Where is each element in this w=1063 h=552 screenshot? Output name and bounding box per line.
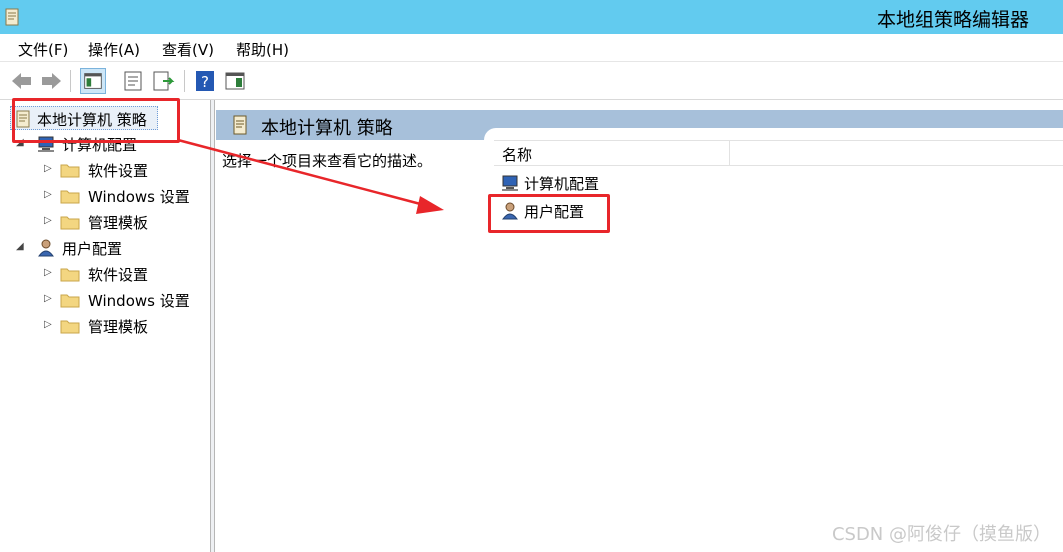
tree-item-windows-settings[interactable]: ▷ Windows 设置: [44, 288, 204, 312]
properties-icon[interactable]: [120, 68, 146, 94]
user-icon: [38, 239, 54, 257]
menu-help[interactable]: 帮助(H): [236, 39, 289, 60]
item-description: 选择一个项目来查看它的描述。: [222, 152, 433, 170]
folder-icon: [60, 294, 80, 308]
computer-icon: [502, 175, 518, 191]
folder-icon: [60, 320, 80, 334]
policy-app-icon: [5, 8, 19, 26]
annotation-box-user-config: [488, 194, 610, 233]
column-name-label: 名称: [502, 146, 533, 164]
tree-item-admin-templates[interactable]: ▷ 管理模板: [44, 210, 204, 234]
title-bar: 本地组策略编辑器: [0, 0, 1063, 34]
show-hide-tree-icon[interactable]: [80, 68, 106, 94]
column-name[interactable]: 名称: [494, 141, 730, 166]
menu-bar: 文件(F) 操作(A) 查看(V) 帮助(H): [0, 34, 1063, 62]
collapsed-arrow-icon[interactable]: ▷: [44, 215, 56, 226]
collapsed-arrow-icon[interactable]: ▷: [44, 267, 56, 278]
show-hide-action-pane-icon[interactable]: [222, 68, 248, 94]
pane-splitter[interactable]: [211, 100, 215, 552]
toolbar-separator: [70, 70, 71, 92]
back-icon[interactable]: [9, 68, 35, 94]
tree-item-software-settings[interactable]: ▷ 软件设置: [44, 158, 204, 182]
tree-item-label: Windows 设置: [88, 292, 190, 310]
menu-view[interactable]: 查看(V): [162, 39, 214, 60]
menu-file[interactable]: 文件(F): [18, 39, 68, 60]
list-item-label: 计算机配置: [524, 175, 600, 193]
window-title: 本地组策略编辑器: [876, 9, 1029, 31]
details-header-title: 本地计算机 策略: [261, 118, 393, 139]
tree-item-label: Windows 设置: [88, 188, 190, 206]
list-item-computer-config[interactable]: 计算机配置: [498, 170, 698, 196]
forward-icon[interactable]: [38, 68, 64, 94]
tree-item-user-config[interactable]: ◢ 用户配置: [16, 236, 206, 260]
tree-item-label: 用户配置: [62, 240, 123, 258]
folder-icon: [60, 164, 80, 178]
tree-item-label: 软件设置: [88, 266, 149, 284]
annotation-box-root: [12, 98, 180, 143]
folder-icon: [60, 190, 80, 204]
list-column-header: 名称: [494, 140, 1063, 166]
help-icon[interactable]: ?: [192, 68, 218, 94]
tree-item-software-settings[interactable]: ▷ 软件设置: [44, 262, 204, 286]
watermark: CSDN @阿俊仔（摸鱼版）: [831, 524, 1051, 545]
policy-scroll-icon: [233, 115, 247, 135]
toolbar: ?: [0, 62, 1063, 100]
folder-icon: [60, 268, 80, 282]
tree-item-windows-settings[interactable]: ▷ Windows 设置: [44, 184, 204, 208]
svg-text:?: ?: [201, 73, 209, 91]
collapsed-arrow-icon[interactable]: ▷: [44, 293, 56, 304]
collapsed-arrow-icon[interactable]: ▷: [44, 189, 56, 200]
toolbar-separator: [184, 70, 185, 92]
tree-item-label: 软件设置: [88, 162, 149, 180]
collapsed-arrow-icon[interactable]: ▷: [44, 319, 56, 330]
expanded-arrow-icon[interactable]: ◢: [16, 241, 28, 252]
collapsed-arrow-icon[interactable]: ▷: [44, 163, 56, 174]
menu-action[interactable]: 操作(A): [88, 39, 140, 60]
export-list-icon[interactable]: [150, 68, 176, 94]
tree-item-label: 管理模板: [88, 214, 149, 232]
tree-pane: 本地计算机 策略 ◢ 计算机配置 ▷ 软件设置 ▷ Windows 设置 ▷ 管…: [0, 100, 211, 552]
tree-item-admin-templates[interactable]: ▷ 管理模板: [44, 314, 204, 338]
tree-item-label: 管理模板: [88, 318, 149, 336]
details-pane: 本地计算机 策略 选择一个项目来查看它的描述。 名称 计算机配置 用户配置: [216, 100, 1063, 552]
folder-icon: [60, 216, 80, 230]
